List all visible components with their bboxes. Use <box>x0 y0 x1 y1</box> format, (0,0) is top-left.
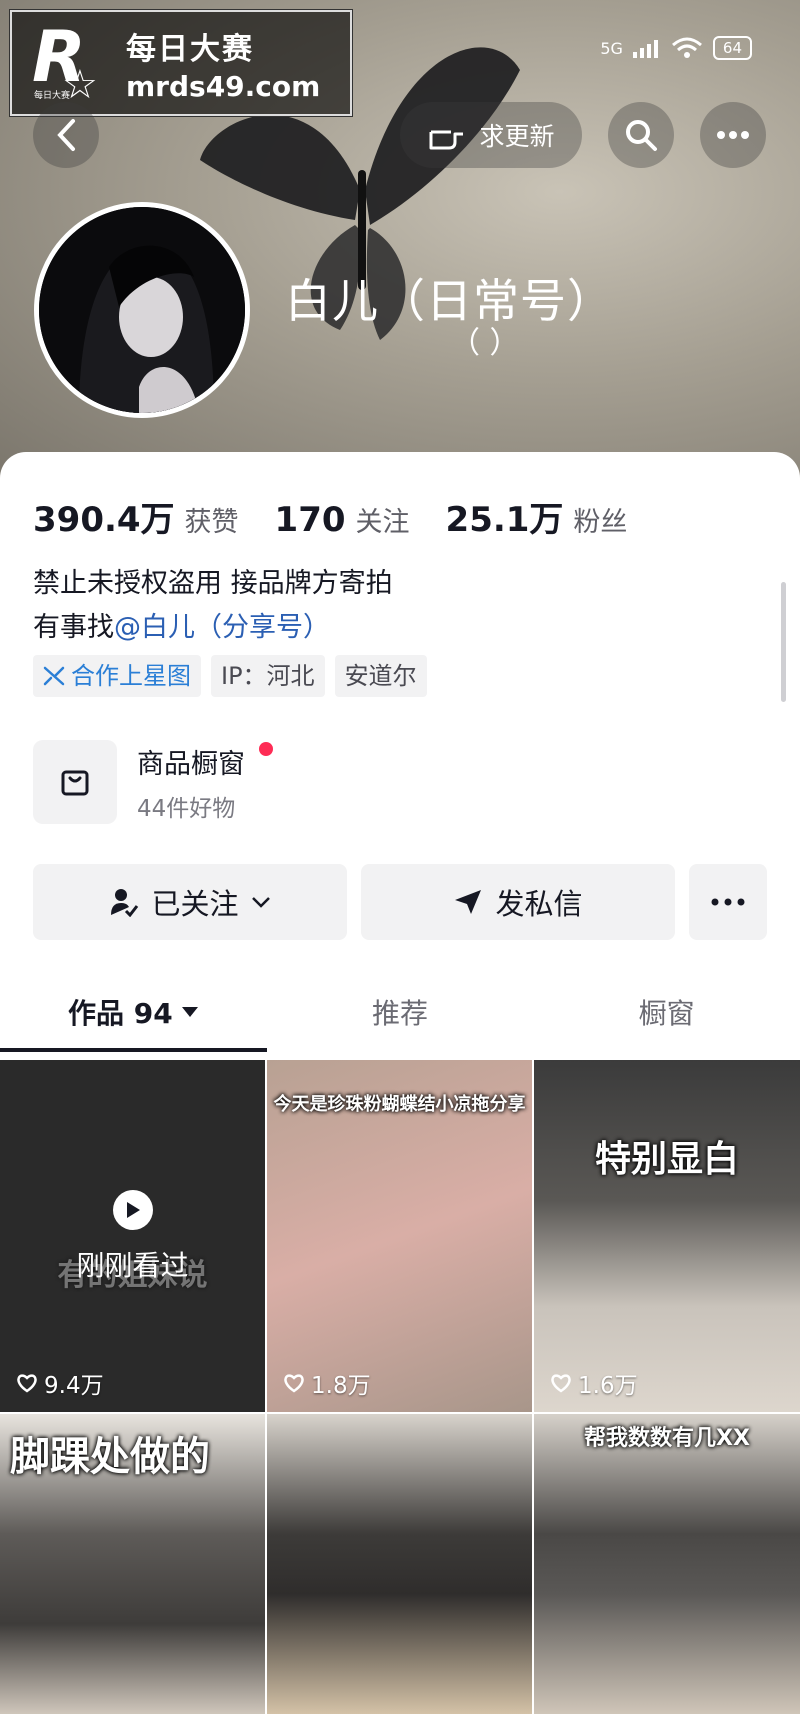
video-thumbnail[interactable]: 有的姐妹说 刚刚看过 9.4万 <box>0 1060 265 1412</box>
more-actions-button[interactable] <box>689 864 767 940</box>
following-label: 关注 <box>355 507 410 538</box>
bio-line-2-prefix: 有事找 <box>33 612 114 643</box>
profile-tabs: 作品 94 推荐 橱窗 <box>0 972 800 1052</box>
tab-recommend[interactable]: 推荐 <box>267 972 534 1052</box>
following-stat[interactable]: 170 关注 <box>275 500 410 540</box>
followers-stat[interactable]: 25.1万 粉丝 <box>446 492 628 541</box>
video-thumbnail[interactable] <box>267 1414 532 1714</box>
followers-label: 粉丝 <box>573 507 628 538</box>
shopping-bag-icon <box>33 740 117 824</box>
play-icon <box>112 1190 153 1230</box>
notification-dot <box>259 741 273 756</box>
network-label: 5G <box>600 38 623 58</box>
profile-nickname-sub: （ ） <box>450 326 520 361</box>
back-button[interactable] <box>33 102 99 168</box>
product-showcase-entry[interactable]: 商品橱窗 44件好物 <box>33 740 273 824</box>
request-update-label: 求更新 <box>479 122 555 151</box>
more-dots-icon <box>717 131 749 139</box>
request-update-button[interactable]: 求更新 <box>400 102 582 168</box>
video-thumbnail[interactable]: 帮我数数有几XX <box>534 1414 800 1714</box>
tab-showcase[interactable]: 橱窗 <box>533 972 800 1052</box>
more-dots-icon <box>711 898 745 906</box>
recently-watched-marker: 刚刚看过 <box>0 1190 265 1284</box>
profile-actions: 已关注 发私信 <box>33 864 767 940</box>
chevron-left-icon <box>57 119 75 151</box>
profile-banner: R ☆ 每日大赛 每日大赛 mrds49.com 5G 64 求更新 白儿（日常… <box>0 0 800 480</box>
avatar-image <box>39 207 245 413</box>
bio-line-1: 禁止未授权盗用 接品牌方寄拍 <box>33 568 393 599</box>
user-check-icon <box>111 889 139 917</box>
video-thumbnail[interactable]: 特别显白 1.6万 <box>534 1060 800 1412</box>
star-map-tag[interactable]: 合作上星图 <box>33 655 201 697</box>
likes-label: 获赞 <box>184 507 239 538</box>
video-thumbnail[interactable]: 脚踝处做的 <box>0 1414 265 1714</box>
profile-bio: 禁止未授权盗用 接品牌方寄拍 有事找@白儿（分享号） <box>33 562 393 650</box>
followed-button[interactable]: 已关注 <box>33 864 347 940</box>
pointing-hand-icon <box>429 130 464 150</box>
showcase-subtitle: 44件好物 <box>137 795 236 822</box>
ip-location-tag: IP：河北 <box>211 655 325 697</box>
heart-icon <box>17 1374 37 1393</box>
scrollbar[interactable] <box>781 582 786 702</box>
caret-down-icon <box>181 1007 198 1017</box>
profile-stats: 390.4万 获赞 170 关注 25.1万 粉丝 <box>33 492 663 541</box>
site-watermark: R ☆ 每日大赛 每日大赛 mrds49.com <box>9 9 353 117</box>
tab-works[interactable]: 作品 94 <box>0 972 267 1052</box>
video-grid: 有的姐妹说 刚刚看过 9.4万 今天是珍珠粉蝴蝶结小凉拖分享 1.8万 特别显白… <box>0 1060 800 1714</box>
wifi-icon <box>671 37 702 58</box>
video-caption: 今天是珍珠粉蝴蝶结小凉拖分享 <box>273 1094 526 1115</box>
avatar[interactable] <box>34 202 250 418</box>
heart-icon <box>284 1374 304 1393</box>
showcase-title: 商品橱窗 <box>137 748 245 780</box>
video-caption: 帮我数数有几XX <box>584 1426 750 1451</box>
followers-count: 25.1万 <box>445 500 564 540</box>
bio-mention-link[interactable]: @白儿（分享号） <box>114 612 330 643</box>
status-bar: 5G 64 <box>600 36 752 60</box>
more-options-button[interactable] <box>700 102 766 168</box>
star-map-icon <box>43 666 65 686</box>
likes-count: 390.4万 <box>33 500 175 540</box>
battery-indicator: 64 <box>712 36 752 60</box>
video-caption: 脚踝处做的 <box>10 1434 210 1480</box>
video-like-count: 1.6万 <box>550 1366 638 1400</box>
video-caption: 特别显白 <box>594 1139 739 1180</box>
likes-stat[interactable]: 390.4万 获赞 <box>33 492 239 541</box>
watermark-url: mrds49.com <box>126 69 321 103</box>
send-message-button[interactable]: 发私信 <box>361 864 675 940</box>
video-like-count: 1.8万 <box>283 1366 371 1400</box>
chevron-down-icon <box>251 897 270 908</box>
video-thumbnail[interactable]: 今天是珍珠粉蝴蝶结小凉拖分享 1.8万 <box>267 1060 532 1412</box>
send-arrow-icon <box>455 890 482 914</box>
watermark-logo: R ☆ 每日大赛 <box>32 16 98 108</box>
search-button[interactable] <box>608 102 674 168</box>
location-tag[interactable]: 安道尔 <box>334 655 427 697</box>
signal-icon <box>632 40 658 58</box>
search-icon <box>626 120 657 151</box>
watermark-title: 每日大赛 <box>126 31 254 67</box>
heart-icon <box>551 1374 571 1393</box>
video-like-count: 9.4万 <box>16 1366 104 1400</box>
profile-tags: 合作上星图 IP：河北 安道尔 <box>33 655 427 697</box>
following-count: 170 <box>274 500 346 540</box>
